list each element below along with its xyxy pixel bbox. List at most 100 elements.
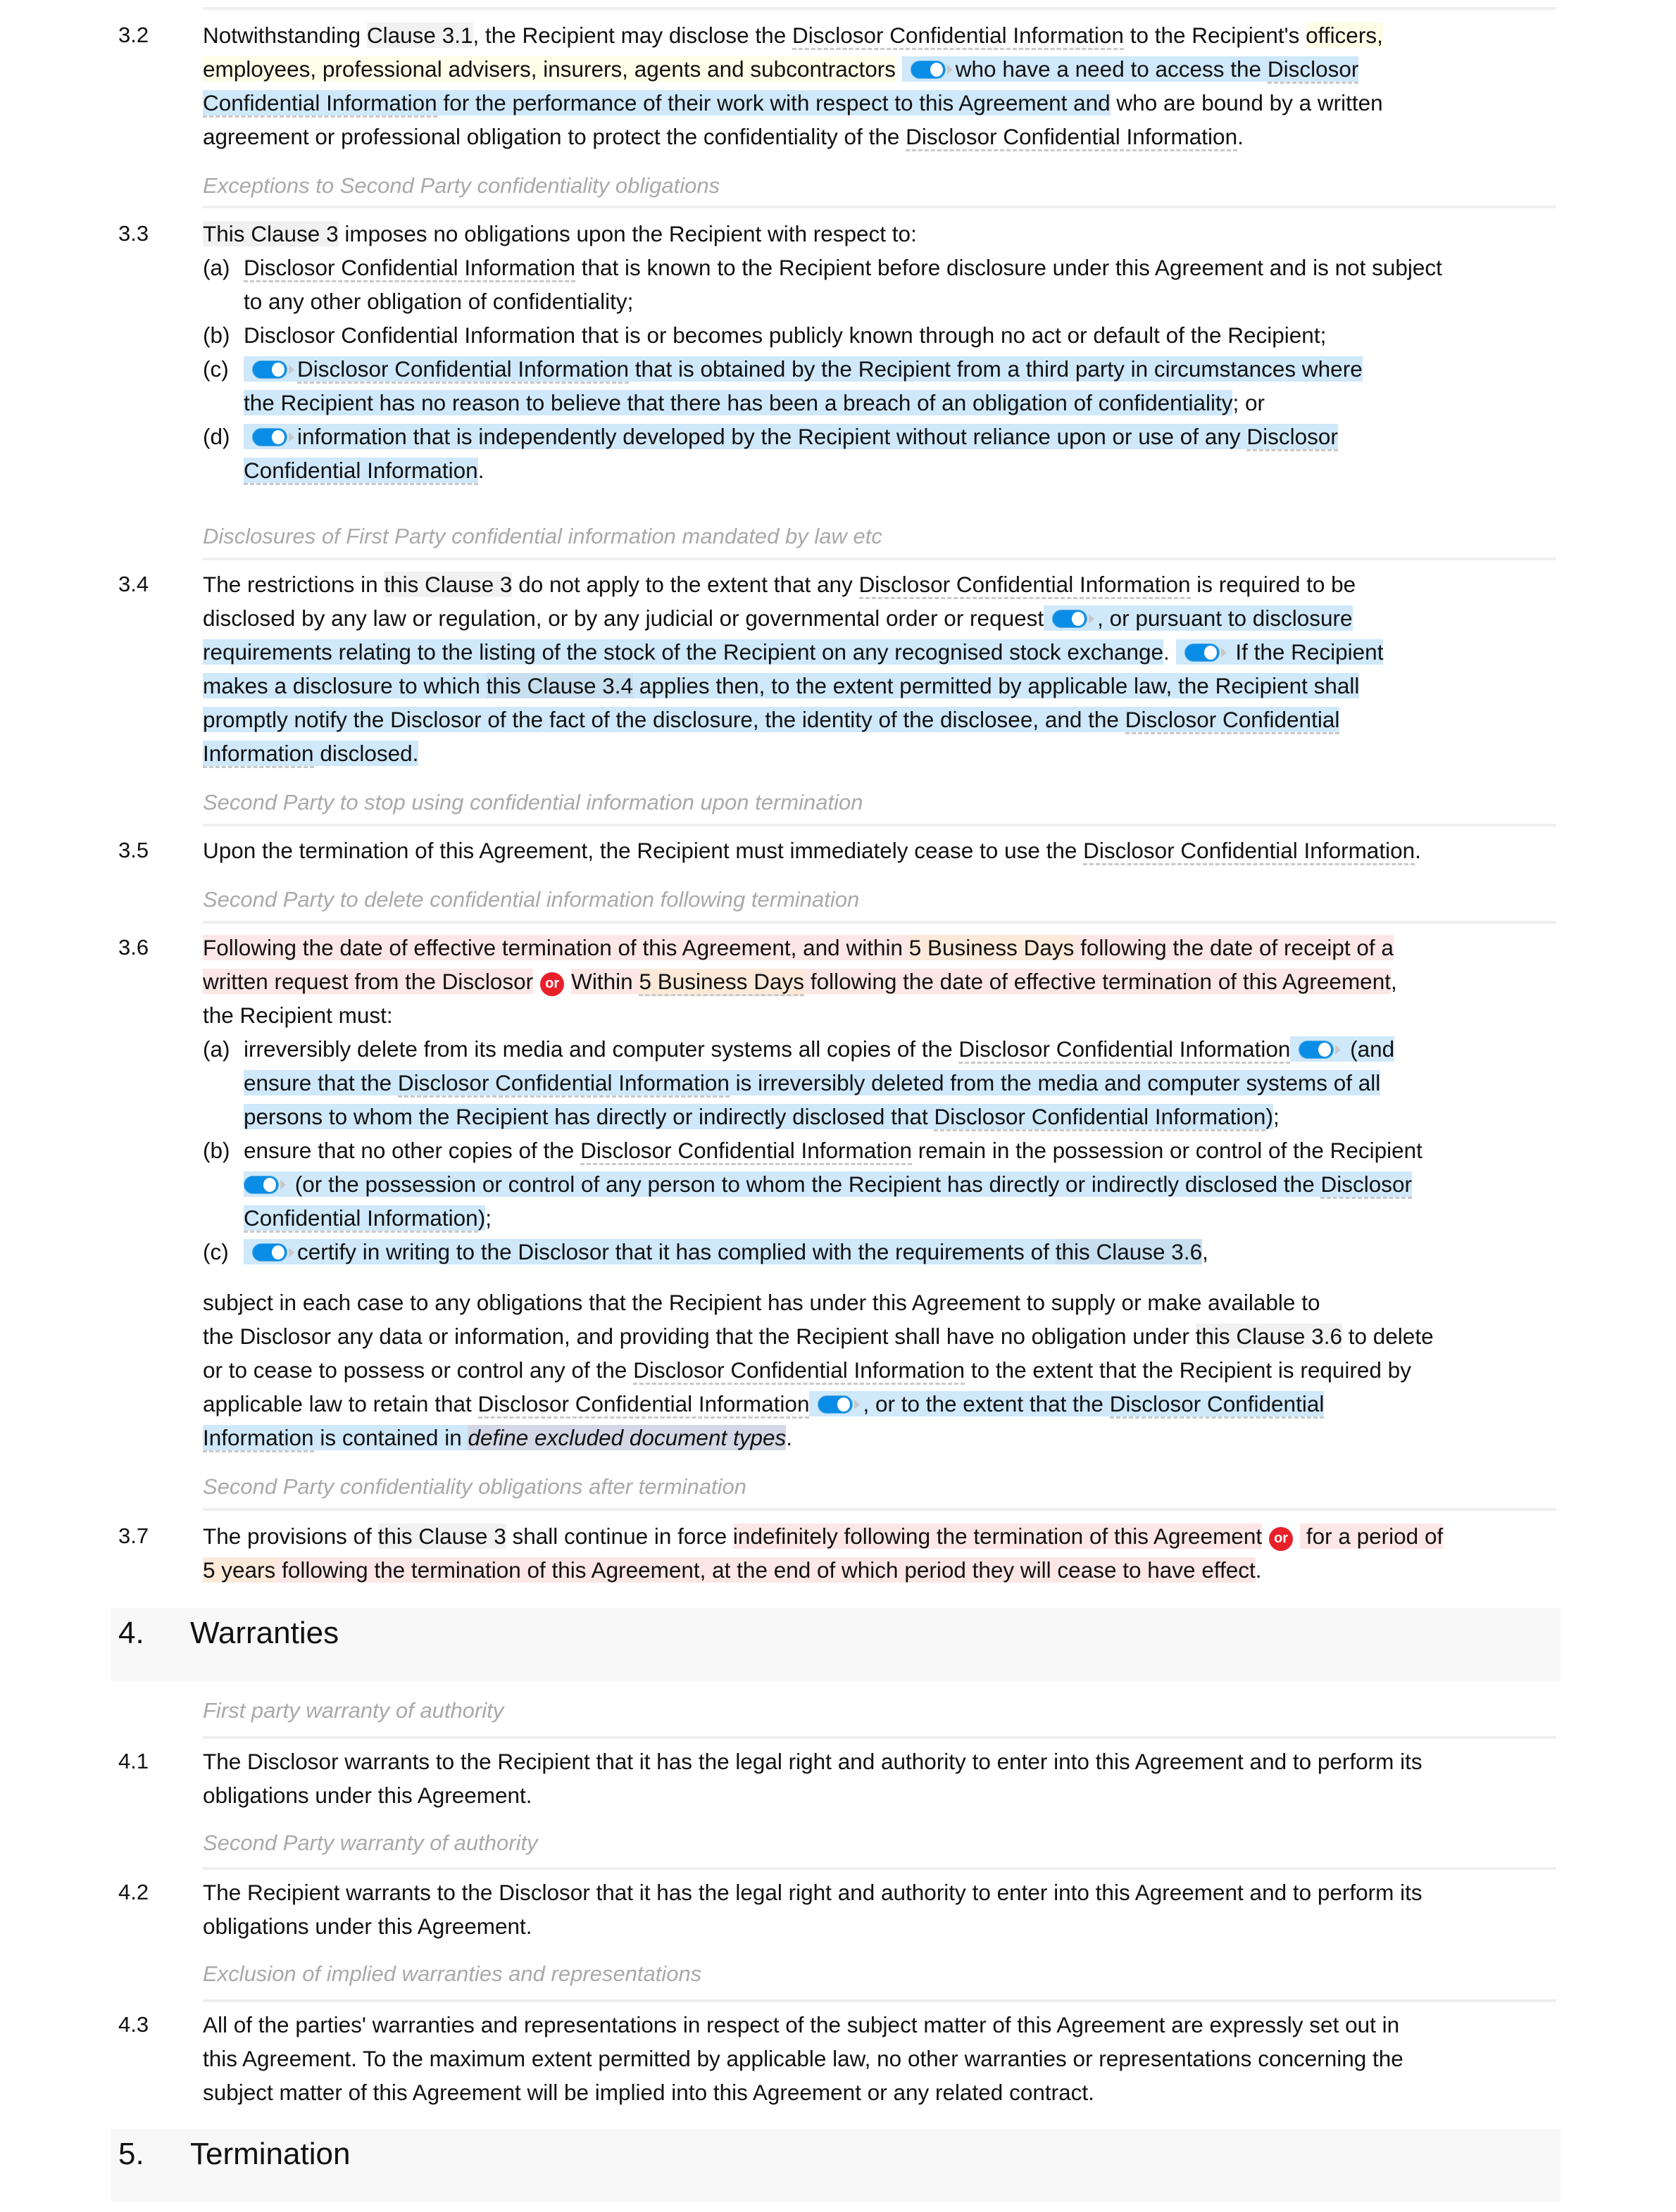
defined-term[interactable]: Disclosor Confidential Information — [906, 124, 1238, 151]
optional-text: (or the possession or control of any per… — [244, 1171, 1413, 1199]
alternative-text[interactable]: for a period of — [1300, 1523, 1444, 1549]
text: Within — [571, 969, 639, 994]
divider — [203, 7, 1556, 10]
optional-text: Confidential Information) — [244, 1205, 486, 1233]
text: this Agreement. To the maximum extent pe… — [203, 2046, 1403, 2071]
defined-term[interactable]: Disclosor Confidential Information — [633, 1357, 965, 1385]
alternative-text[interactable]: indefinitely following the termination o… — [732, 1523, 1263, 1549]
editable-text[interactable]: officers, — [1306, 23, 1383, 48]
divider — [203, 824, 1556, 827]
cross-reference-link[interactable]: Clause 3.1 — [366, 23, 473, 48]
text: , the Recipient may disclose the — [473, 23, 792, 48]
defined-term[interactable]: Disclosor — [1246, 424, 1338, 451]
text: The Disclosor warrants to the Recipient … — [203, 1749, 1422, 1774]
text: that is or becomes publicly known throug… — [575, 322, 1327, 348]
variable-field[interactable]: 5 years — [203, 1557, 276, 1583]
toggle-switch-on-icon[interactable] — [1184, 643, 1227, 662]
defined-term[interactable]: Disclosor — [1267, 56, 1359, 84]
toggle-switch-on-icon[interactable] — [1299, 1041, 1342, 1059]
text: ensure that no other copies of the — [244, 1138, 581, 1163]
text: ; or — [1232, 390, 1265, 415]
defined-term[interactable]: Disclosor Confidential Information — [958, 1036, 1291, 1064]
optional-text: makes a disclosure to which this Clause … — [203, 673, 1360, 698]
clause-3-7: The provisions of this Clause 3 shall co… — [203, 1519, 1569, 1587]
clause-number: 3.6 — [118, 935, 149, 960]
text: The Recipient warrants to the Disclosor … — [203, 1880, 1422, 1905]
variable-field[interactable]: 5 Business Days — [639, 969, 805, 996]
toggle-switch-on-icon[interactable] — [244, 1176, 286, 1194]
toggle-switch-on-icon[interactable] — [252, 1243, 294, 1262]
alternative-text[interactable]: 5 years following the termination of thi… — [203, 1557, 1256, 1583]
toggle-switch-on-icon[interactable] — [1052, 610, 1095, 628]
toggle-switch-on-icon[interactable] — [818, 1395, 861, 1414]
clause-caption: Exclusion of implied warranties and repr… — [203, 1961, 702, 1986]
defined-term[interactable]: Disclosor Confidential Information — [580, 1138, 913, 1165]
toggle-switch-on-icon[interactable] — [252, 360, 294, 379]
cross-reference-link[interactable]: this Clause 3.6 — [1055, 1239, 1203, 1264]
cross-reference-link[interactable]: this Clause 3.6 — [1195, 1324, 1342, 1349]
defined-term[interactable]: Disclosor Confidential Information — [1083, 838, 1415, 865]
defined-term[interactable]: Disclosor Confidential Information — [477, 1391, 810, 1419]
text: that is known to the Recipient before di… — [575, 255, 1442, 280]
text: , — [1390, 969, 1397, 994]
defined-term[interactable]: Confidential Information — [244, 458, 478, 485]
optional-text: promptly notify the Disclosor of the fac… — [203, 707, 1340, 734]
clause-number: 3.5 — [118, 838, 149, 862]
or-badge-icon[interactable]: or — [540, 972, 565, 996]
defined-term[interactable]: Disclosor Confidential Information — [858, 572, 1191, 599]
defined-term[interactable]: Disclosor Confidential Information — [297, 356, 629, 384]
toggle-switch-on-icon[interactable] — [910, 61, 953, 79]
defined-term[interactable]: Disclosor — [1320, 1171, 1413, 1199]
optional-text: , or to the extent that the Disclosor Co… — [809, 1391, 1325, 1419]
text: , — [1202, 1239, 1208, 1264]
text: following the date of effective terminat… — [804, 969, 1391, 994]
defined-term[interactable]: Information — [203, 1425, 314, 1452]
list-label: (a) — [203, 1036, 230, 1062]
clause-number: 4.2 — [118, 1880, 149, 1904]
clause-number: 3.4 — [118, 572, 149, 596]
cross-reference-link[interactable]: this Clause 3.4 — [486, 673, 634, 698]
text: is contained in — [313, 1425, 468, 1450]
text: . — [1255, 1557, 1262, 1583]
text: irreversibly delete from its media and c… — [244, 1036, 959, 1062]
cross-reference-link[interactable]: this Clause 3 — [377, 1523, 506, 1549]
text: . — [477, 458, 484, 483]
defined-term[interactable]: Disclosor Confidential Information — [792, 23, 1124, 50]
list-label: (b) — [203, 322, 230, 348]
defined-term[interactable]: Disclosor Confidential — [1109, 1391, 1325, 1419]
text: who have a need to access the — [955, 56, 1268, 82]
text: to the extent that the Recipient is requ… — [965, 1357, 1411, 1383]
text: (or the possession or control of any per… — [289, 1171, 1321, 1197]
text: to any other obligation of confidentiali… — [244, 289, 634, 314]
alternative-text[interactable]: Following the date of effective terminat… — [203, 935, 1394, 960]
clause-3-2: Notwithstanding Clause 3.1, the Recipien… — [203, 18, 1569, 153]
text: , or pursuant to disclosure — [1097, 605, 1353, 631]
optional-text: Information is contained in — [203, 1425, 468, 1452]
defined-term[interactable]: Confidential Information — [203, 90, 437, 118]
text: Notwithstanding — [203, 23, 367, 48]
or-badge-icon[interactable]: or — [1269, 1527, 1294, 1551]
defined-term[interactable]: Information — [203, 741, 314, 768]
defined-term[interactable]: Disclosor Confidential Information — [934, 1104, 1266, 1131]
text: certify in writing to the Disclosor that… — [297, 1239, 1056, 1264]
defined-term[interactable]: Disclosor Confidential — [1125, 707, 1340, 734]
defined-term[interactable]: Disclosor Confidential Information — [397, 1070, 730, 1098]
cross-reference-link[interactable]: this Clause 3 — [384, 572, 513, 597]
placeholder-field[interactable]: define excluded document types — [468, 1425, 787, 1450]
list-label: (d) — [203, 424, 230, 449]
defined-term[interactable]: Confidential Information — [244, 1205, 478, 1233]
defined-term[interactable]: Disclosor Confidential Information — [244, 255, 575, 282]
variable-field[interactable]: 5 Business Days — [908, 935, 1075, 960]
clause-caption: Second Party to delete confidential info… — [203, 887, 860, 912]
text: obligations under this Agreement. — [203, 1783, 532, 1808]
alternative-text[interactable]: written request from the Disclosor — [203, 969, 534, 994]
toggle-switch-on-icon[interactable] — [252, 428, 294, 446]
clause-number: 4.3 — [118, 2012, 149, 2037]
alternative-text[interactable]: Within 5 Business Days following the dat… — [571, 969, 1391, 996]
section-number: 5. — [118, 2137, 144, 2171]
cross-reference-link[interactable]: This Clause 3 — [203, 221, 339, 246]
optional-text: (and — [1290, 1036, 1395, 1062]
text: promptly notify the Disclosor of the fac… — [203, 707, 1125, 732]
text: imposes no obligations upon the Recipien… — [338, 221, 917, 246]
editable-text[interactable]: employees, professional advisers, insure… — [203, 56, 896, 82]
